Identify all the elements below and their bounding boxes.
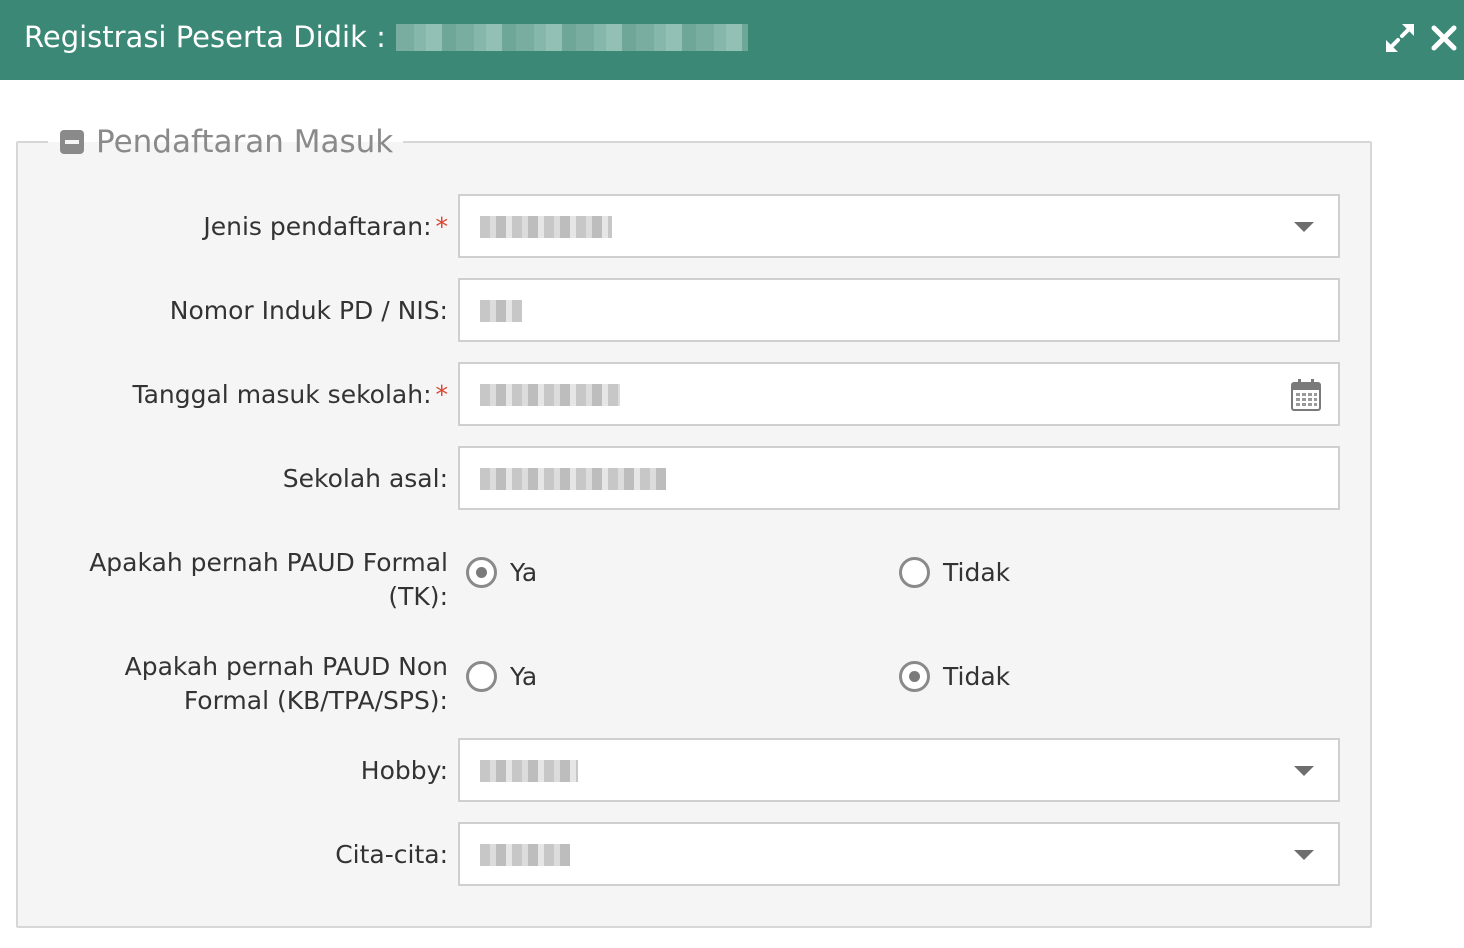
section-legend[interactable]: Pendaftaran Masuk [48,118,404,166]
input-value-redacted [480,468,666,490]
paud-nonformal-label: Apakah pernah PAUD Non Formal (KB/TPA/SP… [124,652,448,715]
radio-button[interactable] [466,557,497,588]
hobby-select[interactable] [458,738,1340,802]
chevron-down-icon [1294,222,1314,232]
selected-value-redacted [480,844,570,866]
chevron-down-icon [1294,766,1314,776]
expand-button[interactable] [1382,20,1418,56]
close-icon [1431,25,1457,51]
jenis-pendaftaran-select[interactable] [458,194,1340,258]
sekolah-asal-input[interactable] [458,446,1340,510]
paud-formal-ya-option[interactable]: Ya [466,557,537,588]
section-title: Pendaftaran Masuk [96,124,394,160]
registration-fieldset [16,141,1372,928]
selected-value-redacted [480,216,612,238]
nomor-induk-label: Nomor Induk PD / NIS: [169,296,448,325]
calendar-icon[interactable] [1290,378,1322,412]
chevron-down-icon [1294,850,1314,860]
selected-value-redacted [480,760,578,782]
cita-cita-select[interactable] [458,822,1340,886]
radio-button[interactable] [466,661,497,692]
hobby-label: Hobby: [360,756,448,785]
input-value-redacted [480,300,522,322]
jenis-pendaftaran-label: Jenis pendaftaran: * [203,212,449,241]
tanggal-masuk-label: Tanggal masuk sekolah: * [132,380,449,409]
paud-nonformal-tidak-option[interactable]: Tidak [899,661,1010,692]
paud-nonformal-ya-option[interactable]: Ya [466,661,537,692]
dialog-title: Registrasi Peserta Didik : [24,20,386,54]
minus-square-icon[interactable] [60,130,84,154]
dialog-titlebar: Registrasi Peserta Didik : [0,0,1464,80]
required-mark: * [435,380,449,409]
paud-formal-tidak-option[interactable]: Tidak [899,557,1010,588]
radio-button[interactable] [899,557,930,588]
student-name-redacted [396,24,748,51]
date-value-redacted [480,384,620,406]
nomor-induk-input[interactable] [458,278,1340,342]
cita-cita-label: Cita-cita: [335,840,448,869]
radio-button[interactable] [899,661,930,692]
sekolah-asal-label: Sekolah asal: [282,464,448,493]
close-button[interactable] [1426,20,1462,56]
expand-icon [1386,24,1414,52]
required-mark: * [435,212,449,241]
paud-formal-label: Apakah pernah PAUD Formal (TK): [89,548,448,611]
tanggal-masuk-input[interactable] [458,362,1340,426]
